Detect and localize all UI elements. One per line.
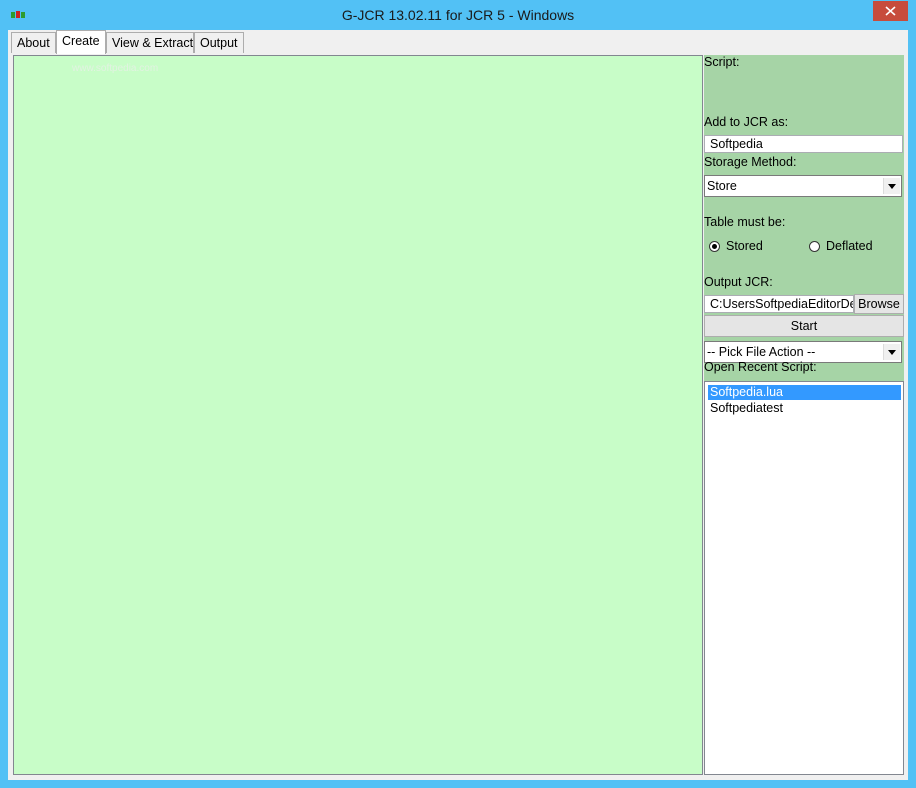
add-to-jcr-label: Add to JCR as: <box>704 115 789 129</box>
stored-radio[interactable] <box>709 241 720 252</box>
storage-method-label: Storage Method: <box>704 155 797 169</box>
storage-method-value: Store <box>707 179 737 193</box>
chevron-down-icon[interactable] <box>883 344 900 360</box>
tab-bar: About Create View & Extract Output <box>8 30 908 54</box>
table-label: Table must be: <box>704 215 786 229</box>
script-editor[interactable]: www.softpedia.com <box>13 55 703 775</box>
list-item[interactable]: Softpedia.lua <box>708 385 901 400</box>
add-to-jcr-input[interactable]: Softpedia <box>704 135 903 153</box>
browse-button[interactable]: Browse <box>854 294 904 314</box>
recent-script-label: Open Recent Script: <box>704 360 817 374</box>
script-label: Script: <box>704 55 740 69</box>
close-button[interactable] <box>873 1 908 21</box>
storage-method-select[interactable]: Store <box>704 175 902 197</box>
title-bar: G-JCR 13.02.11 for JCR 5 - Windows <box>0 0 916 30</box>
deflated-radio-label: Deflated <box>826 239 873 253</box>
deflated-radio[interactable] <box>809 241 820 252</box>
main-window: About Create View & Extract Output www.s… <box>8 30 908 780</box>
chevron-down-icon[interactable] <box>883 178 900 194</box>
stored-radio-label: Stored <box>726 239 763 253</box>
tab-output[interactable]: Output <box>194 32 244 53</box>
file-action-value: -- Pick File Action -- <box>707 345 816 359</box>
start-button[interactable]: Start <box>704 315 904 337</box>
watermark: www.softpedia.com <box>72 63 159 74</box>
output-jcr-input[interactable]: C:UsersSoftpediaEditorDesktop <box>704 295 854 313</box>
output-jcr-label: Output JCR: <box>704 275 773 289</box>
tab-create[interactable]: Create <box>56 30 106 54</box>
side-panel: Script: Add to JCR as: Softpedia Storage… <box>704 55 904 775</box>
tab-about[interactable]: About <box>11 32 56 53</box>
list-item[interactable]: Softpediatest <box>708 401 901 416</box>
window-title: G-JCR 13.02.11 for JCR 5 - Windows <box>341 7 575 23</box>
recent-script-list[interactable]: Softpedia.lua Softpediatest <box>704 381 904 775</box>
tab-view-extract[interactable]: View & Extract <box>106 32 194 53</box>
close-icon <box>885 6 896 16</box>
